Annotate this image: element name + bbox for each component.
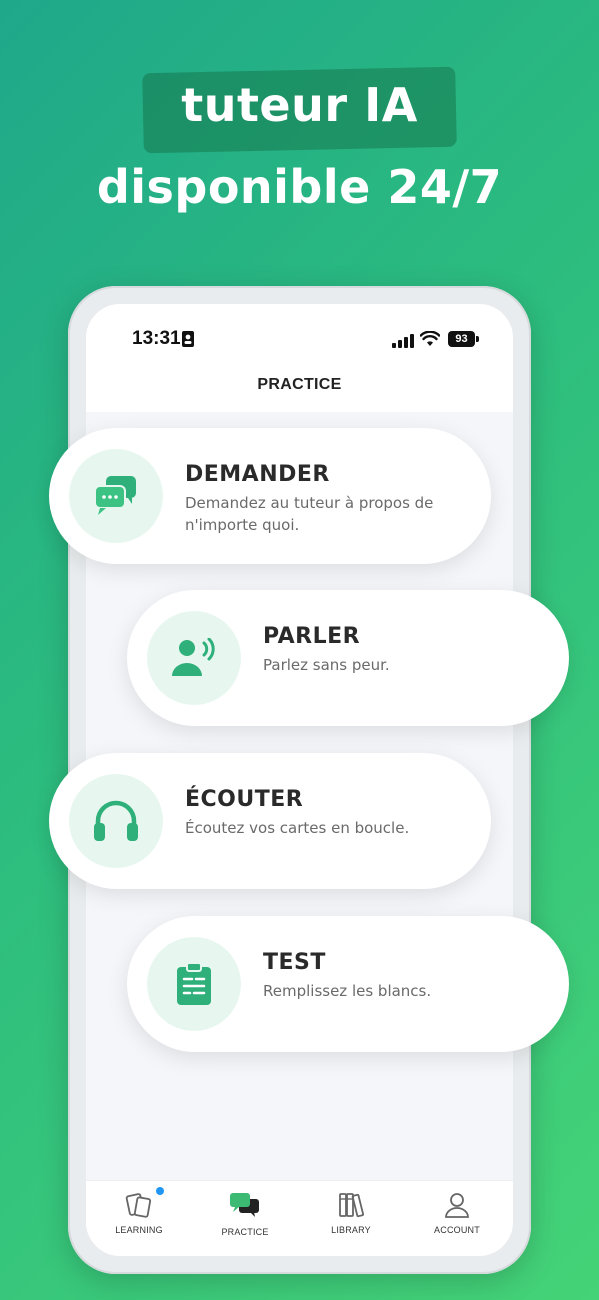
battery-indicator: 93: [448, 331, 475, 347]
card-demander[interactable]: DEMANDER Demandez au tuteur à propos de …: [49, 428, 491, 564]
card-description: Remplissez les blancs.: [263, 982, 432, 1000]
card-icon-container: [147, 937, 241, 1031]
nav-library[interactable]: LIBRARY: [298, 1181, 404, 1256]
card-icon-container: [69, 774, 163, 868]
card-title: DEMANDER: [185, 462, 330, 487]
page-title: PRACTICE: [257, 376, 342, 393]
status-time: 13:31: [132, 328, 181, 349]
id-card-icon: [182, 331, 194, 351]
card-ecouter[interactable]: ÉCOUTER Écoutez vos cartes en boucle.: [49, 753, 491, 889]
nav-label: LEARNING: [115, 1225, 163, 1235]
card-description: Demandez au tuteur à propos de n'importe…: [185, 494, 434, 534]
headline-line-2: disponible 24/7: [96, 160, 503, 214]
bottom-navigation: LEARNING PRACTICE LIBRARY ACCOUNT: [86, 1180, 513, 1256]
card-title: TEST: [263, 950, 326, 975]
card-parler[interactable]: PARLER Parlez sans peur.: [127, 590, 569, 726]
nav-label: PRACTICE: [221, 1227, 269, 1237]
signal-icon: [392, 333, 414, 352]
headline-line-1: tuteur IA: [181, 78, 418, 132]
card-title: ÉCOUTER: [185, 787, 304, 812]
wifi-icon: [419, 330, 441, 351]
nav-practice[interactable]: PRACTICE: [192, 1181, 298, 1256]
card-description: Écoutez vos cartes en boucle.: [185, 819, 410, 837]
card-description: Parlez sans peur.: [263, 656, 390, 674]
card-title: PARLER: [263, 624, 361, 649]
card-test[interactable]: TEST Remplissez les blancs.: [127, 916, 569, 1052]
battery-tip: [476, 336, 479, 342]
notification-badge: [156, 1187, 164, 1195]
card-icon-container: [69, 449, 163, 543]
nav-learning[interactable]: LEARNING: [86, 1181, 192, 1256]
nav-account[interactable]: ACCOUNT: [404, 1181, 510, 1256]
nav-label: LIBRARY: [331, 1225, 371, 1235]
nav-label: ACCOUNT: [434, 1225, 480, 1235]
app-header: 13:31 93 PRACTICE: [86, 304, 513, 412]
card-icon-container: [147, 611, 241, 705]
